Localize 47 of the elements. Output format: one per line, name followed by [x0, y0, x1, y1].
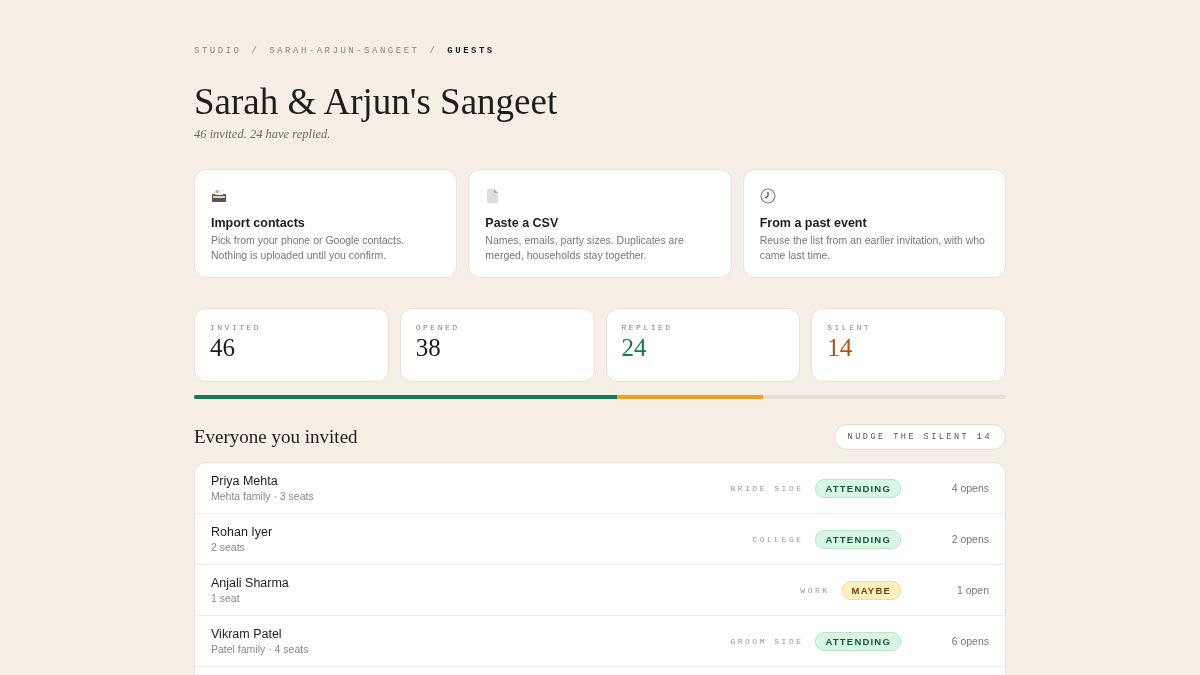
page-subtitle: 46 invited. 24 have replied.: [194, 127, 332, 142]
guest-name: Priya Mehta: [211, 474, 279, 488]
guest-detail: Mehta family · 3 seats: [211, 490, 315, 502]
status-badge: ATTENDING: [815, 478, 901, 498]
option-description: Pick from your phone or Google contacts. Nothing is uploaded until you confirm.: [211, 233, 406, 263]
status-badge: ATTENDING: [815, 631, 901, 651]
breadcrumb-separator: /: [251, 46, 260, 56]
guest-name: Vikram Patel: [211, 627, 283, 641]
open-count: 2 opens: [950, 533, 989, 545]
option-title: Import contacts: [211, 216, 306, 230]
open-count: 4 opens: [950, 482, 989, 494]
stat-value: 38: [415, 334, 442, 362]
option-description: Reuse the list from an earlier invitation, with who came last time.: [759, 233, 986, 263]
option-title: Paste a CSV: [485, 216, 560, 230]
open-count: 1 open: [955, 584, 989, 596]
guest-detail: 1 seat: [211, 592, 241, 604]
stat-label: OPENED: [415, 323, 461, 332]
page-title: Sarah & Arjun's Sangeet: [194, 80, 559, 123]
open-count: 6 opens: [950, 635, 989, 647]
status-badge: MAYBE: [841, 580, 901, 600]
import-option-card[interactable]: From a past event Reuse the list from an earlier invitation, with who came last time.: [742, 169, 1006, 278]
stat-value: 14: [827, 334, 854, 362]
nudge-button[interactable]: NUDGE THE SILENT 14: [833, 424, 1006, 450]
option-title: From a past event: [759, 216, 868, 230]
stat-label: REPLIED: [621, 323, 674, 332]
document-icon: [485, 188, 500, 204]
breadcrumb-separator: /: [429, 46, 438, 56]
guest-group: BRIDE SIDE: [730, 483, 804, 493]
stat-value: 24: [621, 334, 648, 362]
clock-icon: [759, 188, 776, 204]
status-badge: ATTENDING: [815, 529, 901, 549]
guest-detail: 2 seats: [211, 541, 246, 553]
stat-value: 46: [210, 334, 236, 362]
guest-group: COLLEGE: [752, 534, 804, 544]
section-heading: Everyone you invited: [194, 426, 358, 448]
import-option-card[interactable]: Import contacts Pick from your phone or Google contacts. Nothing is uploaded until you confirm.: [194, 169, 458, 278]
option-description: Names, emails, party sizes. Duplicates are merged, households stay together.: [485, 233, 685, 263]
guest-detail: Patel family · 4 seats: [211, 643, 310, 655]
stat-label: SILENT: [827, 323, 873, 332]
guest-name: Rohan Iyer: [211, 525, 274, 539]
import-option-card[interactable]: Paste a CSV Names, emails, party sizes. Duplicates are merged, households stay together.: [468, 169, 732, 278]
guest-group: WORK: [800, 585, 830, 595]
guest-name: Anjali Sharma: [211, 576, 290, 590]
breadcrumb-link[interactable]: GUESTS: [447, 46, 495, 56]
stat-label: INVITED: [210, 323, 263, 332]
guest-group: GROOM SIDE: [730, 636, 804, 646]
tray-icon: [211, 188, 227, 204]
